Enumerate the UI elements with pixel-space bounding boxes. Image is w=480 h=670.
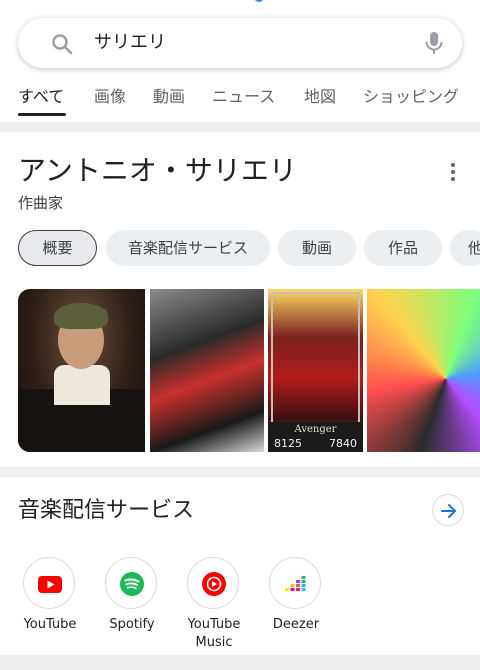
service-label: Spotify [109, 617, 155, 632]
music-section-heading: 音楽配信サービス [18, 498, 195, 523]
service-label: YouTube Music [187, 617, 241, 650]
music-section-more-button[interactable] [432, 494, 464, 526]
tab-maps[interactable]: 地図 [304, 86, 336, 108]
portrait-hair [54, 303, 108, 329]
youtube-icon [38, 576, 62, 593]
active-tab-indicator [18, 113, 66, 116]
section-divider [0, 655, 480, 670]
chip-music-streaming[interactable]: 音楽配信サービス [106, 230, 270, 266]
top-indicator [254, 0, 264, 2]
search-icon[interactable] [50, 32, 74, 56]
more-options-icon[interactable] [444, 160, 462, 184]
section-divider [0, 467, 480, 477]
card-class-label: Avenger [294, 424, 337, 435]
service-icon-circle [105, 557, 157, 609]
spotify-icon [120, 572, 144, 596]
entity-title: アントニオ・サリエリ [18, 154, 297, 187]
service-icon-circle [269, 557, 321, 609]
section-divider [0, 122, 480, 132]
image-game-card[interactable]: Avenger 8125 7840 [268, 289, 363, 452]
youtube-music-icon [202, 572, 226, 596]
search-bar[interactable]: サリエリ [18, 18, 462, 68]
chip-overview[interactable]: 概要 [18, 230, 97, 266]
chip-more[interactable]: 他 [450, 230, 480, 266]
image-portrait[interactable] [18, 289, 145, 452]
portrait-collar [54, 365, 110, 405]
microphone-icon[interactable] [422, 30, 446, 56]
service-label: YouTube [23, 617, 77, 632]
service-icon-circle [23, 557, 75, 609]
image-character-art-1[interactable] [150, 289, 264, 452]
tab-shopping[interactable]: ショッピング [363, 86, 459, 108]
card-hp-value: 7840 [329, 437, 357, 450]
tab-images[interactable]: 画像 [94, 86, 126, 108]
entity-subtitle: 作曲家 [18, 194, 64, 212]
deezer-icon [285, 576, 306, 591]
card-stats-bar: Avenger 8125 7840 [268, 422, 363, 452]
card-atk-value: 8125 [274, 437, 302, 450]
search-tabs: すべて 画像 動画 ニュース 地図 ショッピング [0, 80, 480, 120]
arrow-right-icon [441, 504, 456, 518]
service-icon-circle [187, 557, 239, 609]
image-character-art-2[interactable] [367, 289, 480, 452]
tab-news[interactable]: ニュース [212, 86, 275, 108]
chip-works[interactable]: 作品 [364, 230, 442, 266]
service-label: Deezer [272, 617, 320, 632]
chip-videos[interactable]: 動画 [278, 230, 356, 266]
search-input[interactable]: サリエリ [94, 30, 166, 56]
tab-videos[interactable]: 動画 [153, 86, 185, 108]
tab-all[interactable]: すべて [18, 86, 64, 108]
